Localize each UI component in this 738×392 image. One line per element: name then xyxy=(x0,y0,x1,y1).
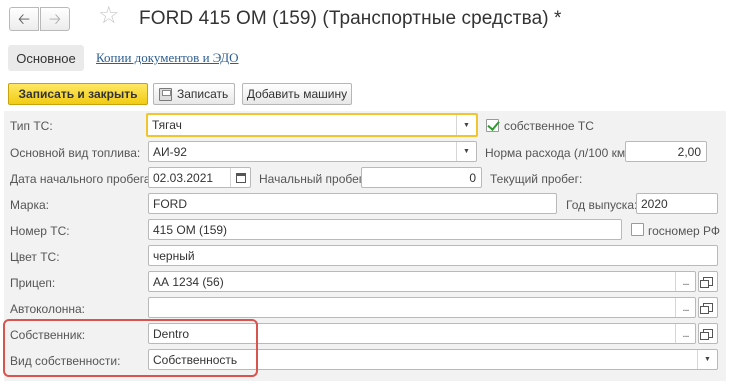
chevron-down-icon[interactable]: ▼ xyxy=(456,142,476,161)
owner-label: Собственник: xyxy=(10,328,86,342)
consumption-input[interactable]: 2,00 xyxy=(625,141,707,162)
fuel-select[interactable]: АИ-92 ▼ xyxy=(148,141,477,162)
forward-button[interactable]: 🡢 xyxy=(40,7,70,31)
ownership-select[interactable]: Собственность ▼ xyxy=(148,349,718,370)
number-label: Номер ТС: xyxy=(10,224,70,238)
tab-documents-edo[interactable]: Копии документов и ЭДО xyxy=(96,50,239,66)
year-label: Год выпуска: xyxy=(566,198,638,212)
trailer-open-button[interactable] xyxy=(698,271,718,292)
start-date-label: Дата начального пробега: xyxy=(10,172,154,186)
chevron-down-icon[interactable]: ▼ xyxy=(456,115,476,135)
open-window-icon xyxy=(700,329,713,340)
save-disk-icon xyxy=(159,87,172,101)
select-dots-button[interactable]: ... xyxy=(675,324,695,343)
owner-value: Dentro xyxy=(153,326,190,341)
start-mileage-input[interactable]: 0 xyxy=(361,167,482,188)
color-label: Цвет ТС: xyxy=(10,250,60,264)
trailer-value: АА 1234 (56) xyxy=(153,274,224,289)
page-title: FORD 415 ОМ (159) (Транспортные средства… xyxy=(139,8,562,29)
save-and-close-button[interactable]: Записать и закрыть xyxy=(8,83,148,105)
trailer-input[interactable]: АА 1234 (56) ... xyxy=(148,271,696,292)
ownership-value: Собственность xyxy=(153,352,238,367)
arrow-right-icon: 🡢 xyxy=(48,10,62,28)
trailer-label: Прицеп: xyxy=(10,276,56,290)
fuel-value: АИ-92 xyxy=(153,144,187,159)
open-window-icon xyxy=(700,303,713,314)
own-vehicle-checkbox[interactable] xyxy=(486,119,499,132)
arrow-left-icon: 🡠 xyxy=(17,10,31,28)
vehicle-type-value: Тягач xyxy=(152,118,182,132)
consumption-label: Норма расхода (л/100 км): xyxy=(485,146,633,160)
add-car-button[interactable]: Добавить машину xyxy=(242,83,352,105)
start-date-input[interactable]: 02.03.2021 xyxy=(148,167,251,188)
own-vehicle-label: собственное ТС xyxy=(504,119,594,133)
save-button[interactable]: Записать xyxy=(153,83,235,105)
save-button-label: Записать xyxy=(177,87,229,101)
current-mileage-label: Текущий пробег: xyxy=(490,172,583,186)
fuel-label: Основной вид топлива: xyxy=(10,146,141,160)
select-dots-button[interactable]: ... xyxy=(675,298,695,317)
vehicle-type-select[interactable]: Тягач ▼ xyxy=(146,113,478,137)
vehicle-type-label: Тип ТС: xyxy=(10,119,53,133)
brand-input[interactable]: FORD xyxy=(148,193,557,214)
gosnomer-checkbox[interactable] xyxy=(631,223,644,236)
chevron-down-icon[interactable]: ▼ xyxy=(697,350,717,369)
calendar-icon[interactable] xyxy=(230,168,250,187)
owner-input[interactable]: Dentro ... xyxy=(148,323,696,344)
select-dots-button[interactable]: ... xyxy=(675,272,695,291)
start-mileage-label: Начальный пробег: xyxy=(259,172,367,186)
gosnomer-label: госномер РФ xyxy=(648,224,721,238)
convoy-input[interactable]: ... xyxy=(148,297,696,318)
convoy-open-button[interactable] xyxy=(698,297,718,318)
number-input[interactable]: 415 ОМ (159) xyxy=(148,219,622,240)
favorite-star-icon[interactable]: ☆ xyxy=(98,4,120,28)
convoy-label: Автоколонна: xyxy=(10,302,86,316)
back-button[interactable]: 🡠 xyxy=(9,7,39,31)
start-date-value: 02.03.2021 xyxy=(153,170,214,185)
open-window-icon xyxy=(700,277,713,288)
ownership-label: Вид собственности: xyxy=(10,354,121,368)
brand-label: Марка: xyxy=(10,198,49,212)
owner-open-button[interactable] xyxy=(698,323,718,344)
tab-main[interactable]: Основное xyxy=(8,45,84,71)
color-input[interactable]: черный xyxy=(148,245,718,266)
year-input[interactable]: 2020 xyxy=(636,193,718,214)
